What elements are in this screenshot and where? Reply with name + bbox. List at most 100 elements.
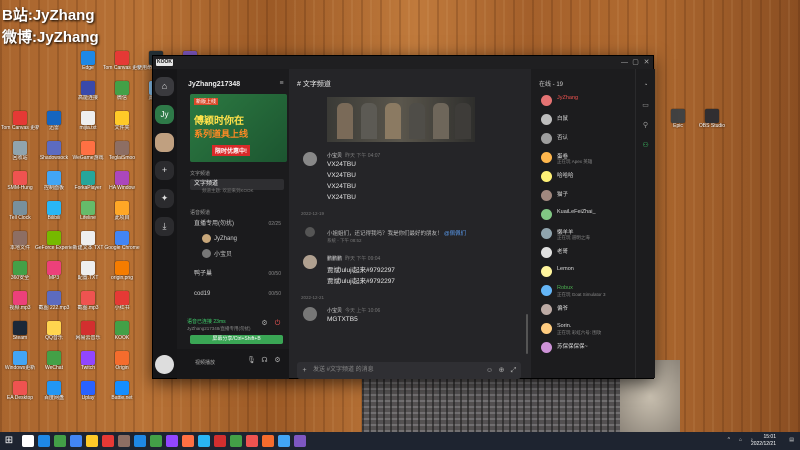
taskbar-app-icon[interactable] xyxy=(262,435,274,447)
member-item[interactable]: Robux 正在玩 Goat Simulator 3 xyxy=(541,284,633,298)
mic-icon[interactable]: 🎙 xyxy=(247,356,256,365)
channel-yazichao[interactable]: 鸭子巢 00/50 xyxy=(190,269,284,280)
taskbar-app-icon[interactable] xyxy=(294,435,306,447)
pin-icon[interactable]: ⚲ xyxy=(641,121,650,130)
desktop-icon[interactable]: KOOK xyxy=(104,320,140,346)
member-item[interactable]: Sorin. 正在玩 彩虹六号: 围攻 xyxy=(541,322,633,336)
desktop-icon[interactable]: WeGame游戏 xyxy=(70,140,106,166)
desktop-icon[interactable]: Shadowsock xyxy=(36,140,72,166)
taskbar-app-icon[interactable] xyxy=(198,435,210,447)
guild-menu-icon[interactable]: ≡ xyxy=(277,79,286,88)
avatar[interactable] xyxy=(303,307,317,321)
desktop-icon[interactable]: Tom Canvas 更新 xyxy=(103,50,141,76)
network-icon[interactable]: ⌂ xyxy=(739,437,742,443)
member-item[interactable]: 偏爷 xyxy=(541,303,633,317)
taskbar-app-icon[interactable] xyxy=(86,435,98,447)
desktop-icon[interactable]: EA Desktop xyxy=(2,380,38,406)
taskbar-app-icon[interactable] xyxy=(214,435,226,447)
desktop-icon[interactable]: WeChat xyxy=(36,350,72,376)
add-server-icon[interactable]: + xyxy=(155,161,174,180)
desktop-icon[interactable]: Epic xyxy=(660,108,696,134)
screen-share-button[interactable]: 屏幕分享/Ctrl+Shift+B xyxy=(190,335,283,344)
member-item[interactable]: 懒羊羊 正在玩 道明之海 xyxy=(541,227,633,241)
member-item[interactable]: 老哥 xyxy=(541,246,633,260)
desktop-icon[interactable]: 微信 xyxy=(104,80,140,106)
desktop-icon[interactable]: mijia.txt xyxy=(70,110,106,136)
member-item[interactable]: JyZhang xyxy=(541,94,633,108)
home-icon[interactable]: ⌂ xyxy=(155,77,174,96)
maximize-button[interactable]: ▢ xyxy=(631,58,640,67)
category-voice[interactable]: 语音频道 xyxy=(190,209,210,216)
desktop-icon[interactable]: 控制面板 xyxy=(36,170,72,196)
download-icon[interactable]: ⤓ xyxy=(155,217,174,236)
channel-live[interactable]: 直播专用(勿扰) 02/25 xyxy=(190,219,284,230)
member-item[interactable]: 否认 xyxy=(541,132,633,146)
desktop-icon[interactable]: 360安全 xyxy=(2,260,38,286)
title-bar[interactable]: KOOK — ▢ ✕ xyxy=(153,56,653,69)
desktop-icon[interactable]: 此项目 xyxy=(104,200,140,226)
desktop-icon[interactable]: MP3 xyxy=(36,260,72,286)
desktop-icon[interactable]: 新建文本 TXT xyxy=(70,230,106,256)
desktop-icon[interactable]: 回收站 xyxy=(2,140,38,166)
taskbar-app-icon[interactable] xyxy=(38,435,50,447)
desktop-icon[interactable]: 网易云音乐 xyxy=(70,320,106,346)
desktop-icon[interactable]: Twitch xyxy=(70,350,106,376)
desktop-icon[interactable]: 截图.mp3 xyxy=(70,290,106,316)
desktop-icon[interactable]: SMM-Hung xyxy=(2,170,38,196)
emoji-icon[interactable]: ☺ xyxy=(485,366,494,375)
taskbar-app-icon[interactable] xyxy=(22,435,34,447)
channel-text[interactable]: 文字频道 频道主题: 欢迎来到KOOK xyxy=(190,179,284,193)
taskbar-app-icon[interactable] xyxy=(118,435,130,447)
desktop-icon[interactable]: Steam xyxy=(2,320,38,346)
desktop-icon[interactable]: Google Chrome xyxy=(104,230,140,256)
disconnect-icon[interactable]: ⏻ xyxy=(273,319,282,328)
guild-banner[interactable]: 新版上线 傅颖时你在 系列道具上线 限时优惠中! xyxy=(190,94,287,162)
taskbar-app-icon[interactable] xyxy=(150,435,162,447)
member-item[interactable]: 苏保保保保~ xyxy=(541,341,633,355)
avatar[interactable] xyxy=(303,255,317,269)
notification-icon[interactable]: ▤ xyxy=(789,437,794,443)
taskbar-app-icon[interactable] xyxy=(278,435,290,447)
gift-icon[interactable]: ⊕ xyxy=(497,366,506,375)
desktop-icon[interactable]: 高能连接 xyxy=(70,80,106,106)
desktop-icon[interactable]: Edge xyxy=(70,50,106,76)
desktop-icon[interactable]: 配置.TXT xyxy=(70,260,106,286)
minimize-button[interactable]: — xyxy=(620,58,629,67)
desktop-icon[interactable]: Bilibili xyxy=(36,200,72,226)
server-avatar-icon[interactable] xyxy=(155,133,174,152)
member-item[interactable]: Lemon xyxy=(541,265,633,279)
voice-settings-icon[interactable]: ⚙ xyxy=(260,319,269,328)
expand-icon[interactable]: ⤢ xyxy=(509,366,518,375)
member-item[interactable]: KuaiLeFeiZhai_ xyxy=(541,208,633,222)
discover-icon[interactable]: ✦ xyxy=(155,189,174,208)
desktop-icon[interactable]: 截图 222.mp3 xyxy=(36,290,72,316)
taskbar-app-icon[interactable] xyxy=(70,435,82,447)
bell-icon[interactable]: ◔ xyxy=(641,81,650,90)
taskbar-app-icon[interactable] xyxy=(54,435,66,447)
desktop-icon[interactable]: Tom Canvas 更新 xyxy=(1,110,39,136)
taskbar-app-icon[interactable] xyxy=(230,435,242,447)
server-jy-icon[interactable]: Jy xyxy=(155,105,174,124)
member-item[interactable]: 猫子 xyxy=(541,189,633,203)
desktop-icon[interactable]: 百度网盘 xyxy=(36,380,72,406)
desktop-icon[interactable]: 小红书 xyxy=(104,290,140,316)
taskbar-app-icon[interactable] xyxy=(166,435,178,447)
desktop-icon[interactable]: Tell Clock xyxy=(2,200,38,226)
desktop-icon[interactable]: Battle.net xyxy=(104,380,140,406)
chat-bubble-icon[interactable]: ▭ xyxy=(641,101,650,110)
windows-start-icon[interactable]: ⊞ xyxy=(3,435,15,447)
voice-user-jyzhang[interactable]: JyZhang xyxy=(202,234,237,243)
desktop-icon[interactable]: HA Window xyxy=(104,170,140,196)
desktop-icon[interactable]: Origin xyxy=(104,350,140,376)
headset-icon[interactable]: ☊ xyxy=(260,356,269,365)
desktop-icon[interactable]: GeForce Experience xyxy=(35,230,73,256)
chat-image[interactable] xyxy=(327,97,475,142)
desktop-icon[interactable]: 视频.mp3 xyxy=(2,290,38,316)
desktop-icon[interactable]: 本地文件 xyxy=(2,230,38,256)
desktop-icon[interactable]: 文件夹 xyxy=(104,110,140,136)
voice-user-xiaobaobei[interactable]: 小宝贝 xyxy=(202,249,232,258)
members-icon[interactable]: ⚇ xyxy=(641,141,650,150)
desktop-icon[interactable]: Uplay xyxy=(70,380,106,406)
desktop-icon[interactable]: Windows更新 xyxy=(2,350,38,376)
member-item[interactable]: 白鼠 xyxy=(541,113,633,127)
